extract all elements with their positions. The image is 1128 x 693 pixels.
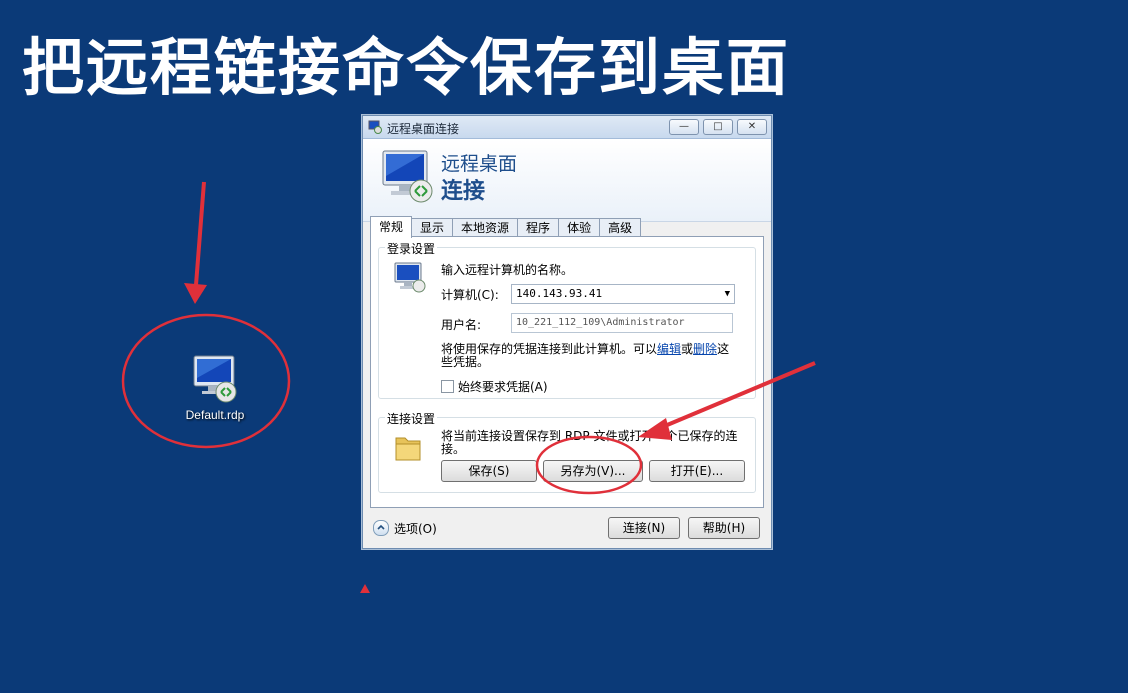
tab-display[interactable]: 显示 — [411, 218, 454, 237]
minimize-button[interactable]: — — [669, 119, 699, 135]
connection-settings-group: 连接设置 将当前连接设置保存到 RDP 文件或打开一个已保存的连接。 保存(S)… — [378, 410, 756, 493]
general-tab-panel: 登录设置 输入远程计算机的名称。 计算机(C): 140.143.93.41 ▼… — [370, 236, 764, 508]
banner-line-2: 连接 — [441, 179, 486, 204]
delete-credentials-link[interactable]: 删除 — [693, 342, 717, 356]
title-bar[interactable]: 远程桌面连接 — □ ✕ — [363, 116, 771, 139]
folder-icon — [393, 430, 423, 464]
tab-experience[interactable]: 体验 — [558, 218, 601, 237]
close-button[interactable]: ✕ — [737, 119, 767, 135]
options-toggle[interactable]: 选项(O) — [373, 520, 437, 537]
credentials-text-prefix: 将使用保存的凭据连接到此计算机。可以 — [441, 342, 658, 356]
window-title: 远程桌面连接 — [387, 122, 460, 136]
options-label: 选项(O) — [394, 522, 437, 536]
tab-local-resources[interactable]: 本地资源 — [452, 218, 519, 237]
maximize-button[interactable]: □ — [703, 119, 733, 135]
computer-select[interactable]: 140.143.93.41 ▼ — [511, 284, 735, 304]
small-marker-icon — [360, 584, 370, 593]
help-button[interactable]: 帮助(H) — [688, 517, 760, 539]
save-as-button[interactable]: 另存为(V)... — [543, 460, 643, 482]
tab-general[interactable]: 常规 — [370, 216, 413, 238]
login-settings-label: 登录设置 — [385, 240, 438, 257]
computer-icon — [393, 260, 427, 294]
open-button[interactable]: 打开(E)... — [649, 460, 745, 482]
or-text: 或 — [681, 342, 694, 356]
connection-description: 将当前连接设置保存到 RDP 文件或打开一个已保存的连接。 — [441, 429, 738, 456]
computer-label: 计算机(C): — [441, 288, 499, 302]
connection-settings-label: 连接设置 — [385, 410, 438, 427]
tab-strip: 常规 显示 本地资源 程序 体验 高级 — [370, 216, 642, 238]
always-ask-label: 始终要求凭据(A) — [458, 380, 548, 394]
username-label: 用户名: — [441, 318, 482, 332]
rdp-file-label: Default.rdp — [185, 408, 245, 422]
connect-button[interactable]: 连接(N) — [608, 517, 680, 539]
tab-programs[interactable]: 程序 — [517, 218, 560, 237]
computer-select-value: 140.143.93.41 — [516, 287, 603, 300]
remote-desktop-dialog: 远程桌面连接 — □ ✕ 远程桌面 连接 常规 显示 本地资源 程序 体验 高级… — [362, 115, 772, 549]
always-ask-checkbox[interactable] — [441, 380, 454, 393]
arrow-down-head — [184, 283, 207, 304]
save-button[interactable]: 保存(S) — [441, 460, 537, 482]
arrow-down-shaft — [194, 181, 206, 286]
dialog-banner: 远程桌面 连接 — [363, 139, 771, 222]
dialog-footer: 选项(O) 连接(N) 帮助(H) — [363, 508, 771, 548]
credentials-text: 将使用保存的凭据连接到此计算机。可以编辑或删除这些凭据。 — [441, 343, 741, 369]
tab-advanced[interactable]: 高级 — [599, 218, 642, 237]
desktop-rdp-file[interactable]: Default.rdp — [175, 352, 255, 422]
computer-prompt: 输入远程计算机的名称。 — [441, 263, 574, 277]
remote-desktop-icon — [379, 147, 437, 205]
username-field[interactable]: 10_221_112_109\Administrator — [511, 313, 733, 333]
always-ask-row[interactable]: 始终要求凭据(A) — [441, 378, 548, 395]
edit-credentials-link[interactable]: 编辑 — [657, 342, 681, 356]
app-icon — [368, 120, 382, 134]
banner-line-1: 远程桌面 — [441, 153, 518, 175]
rdp-file-icon — [190, 352, 240, 404]
chevron-up-icon[interactable] — [373, 520, 389, 536]
login-settings-group: 登录设置 输入远程计算机的名称。 计算机(C): 140.143.93.41 ▼… — [378, 240, 756, 399]
chevron-down-icon[interactable]: ▼ — [725, 285, 730, 303]
slide-title: 把远程链接命令保存到桌面 — [22, 31, 791, 104]
